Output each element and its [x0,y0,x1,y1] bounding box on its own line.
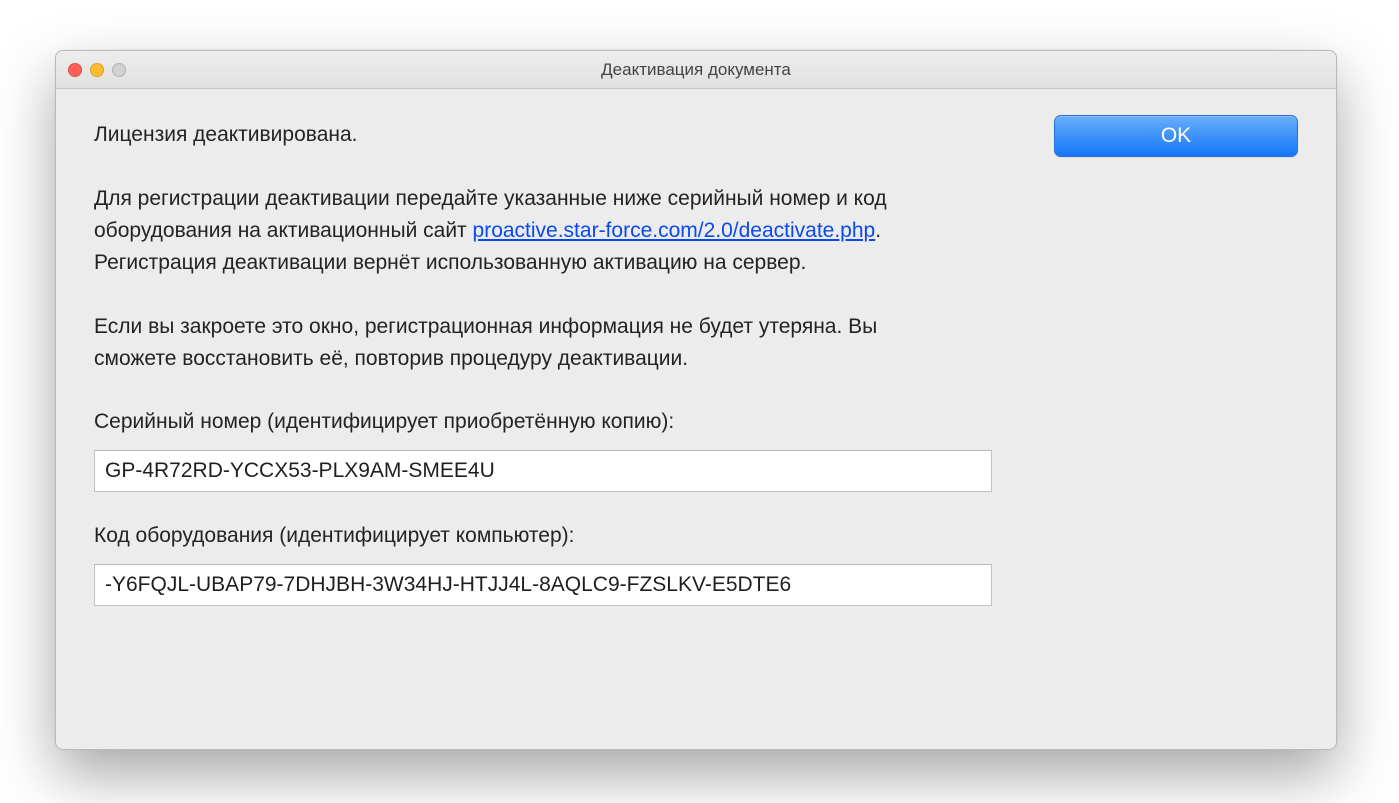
hardware-code-field[interactable]: -Y6FQJL-UBAP79-7DHJBH-3W34HJ-HTJJ4L-8AQL… [94,564,992,606]
deactivated-message: Лицензия деактивирована. [94,119,958,151]
deactivation-link[interactable]: proactive.star-force.com/2.0/deactivate.… [473,219,876,242]
zoom-icon[interactable] [112,63,126,77]
instruction-message: Для регистрации деактивации передайте ук… [94,183,958,279]
hardware-label: Код оборудования (идентифицирует компьют… [94,520,958,552]
dialog-window: Деактивация документа OK Лицензия деакти… [55,50,1337,750]
window-controls [68,63,126,77]
serial-number-field[interactable]: GP-4R72RD-YCCX53-PLX9AM-SMEE4U [94,450,992,492]
close-warning-message: Если вы закроете это окно, регистрационн… [94,311,958,375]
ok-button[interactable]: OK [1054,115,1298,157]
minimize-icon[interactable] [90,63,104,77]
window-title: Деактивация документа [601,60,791,80]
dialog-content: OK Лицензия деактивирована. Для регистра… [56,89,1336,749]
hardware-label-block: Код оборудования (идентифицирует компьют… [94,520,958,552]
serial-label: Серийный номер (идентифицирует приобретё… [94,406,958,438]
close-icon[interactable] [68,63,82,77]
message-block: Лицензия деактивирована. Для регистрации… [94,119,958,438]
titlebar: Деактивация документа [56,51,1336,89]
